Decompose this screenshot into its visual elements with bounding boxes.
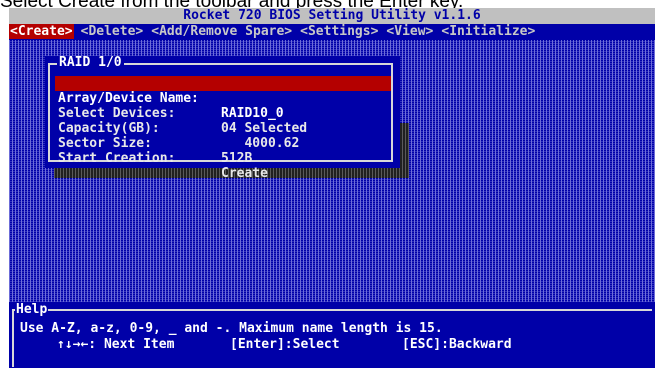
row-capacity[interactable]: Capacity(GB): 4000.62	[55, 106, 391, 151]
menu-delete[interactable]: <Delete>	[80, 24, 145, 39]
menu-add-remove-spare[interactable]: <Add/Remove Spare>	[150, 24, 293, 39]
help-title: Help	[15, 302, 49, 317]
help-key-select: [Enter]:Select	[230, 337, 340, 352]
bios-screen: Rocket 720 BIOS Setting Utility v1.1.6 <…	[9, 8, 655, 368]
menu-initialize[interactable]: <Initialize>	[440, 24, 536, 39]
help-panel: Help Use A-Z, a-z, 0-9, _ and -. Maximum…	[9, 302, 655, 368]
raid-create-dialog: RAID 1/0 Array/Device Name: RAID10_0 Sel…	[45, 55, 400, 181]
help-text: Use A-Z, a-z, 0-9, _ and -. Maximum name…	[20, 321, 443, 336]
row-start-creation[interactable]: Start Creation: Create	[55, 136, 391, 181]
menu-view[interactable]: <View>	[385, 24, 434, 39]
row-array-device-name[interactable]: Array/Device Name: RAID10_0	[55, 76, 391, 121]
help-key-backward: [ESC]:Backward	[402, 337, 512, 352]
create-button[interactable]: Create	[221, 166, 268, 181]
app-title: Rocket 720 BIOS Setting Utility v1.1.6	[9, 8, 655, 24]
start-creation-label: Start Creation:	[58, 151, 176, 166]
dialog-title: RAID 1/0	[57, 55, 124, 70]
row-select-devices[interactable]: Select Devices: 04 Selected	[55, 91, 391, 136]
menu-bar: <Create> <Delete> <Add/Remove Spare> <Setti…	[9, 24, 655, 40]
sector-size-value[interactable]: 512B	[221, 151, 252, 166]
menu-settings[interactable]: <Settings>	[299, 24, 379, 39]
row-sector-size[interactable]: Sector Size: 512B	[55, 121, 391, 166]
menu-create[interactable]: <Create>	[9, 24, 74, 39]
help-key-navigate: ↑↓→←: Next Item	[57, 337, 175, 352]
